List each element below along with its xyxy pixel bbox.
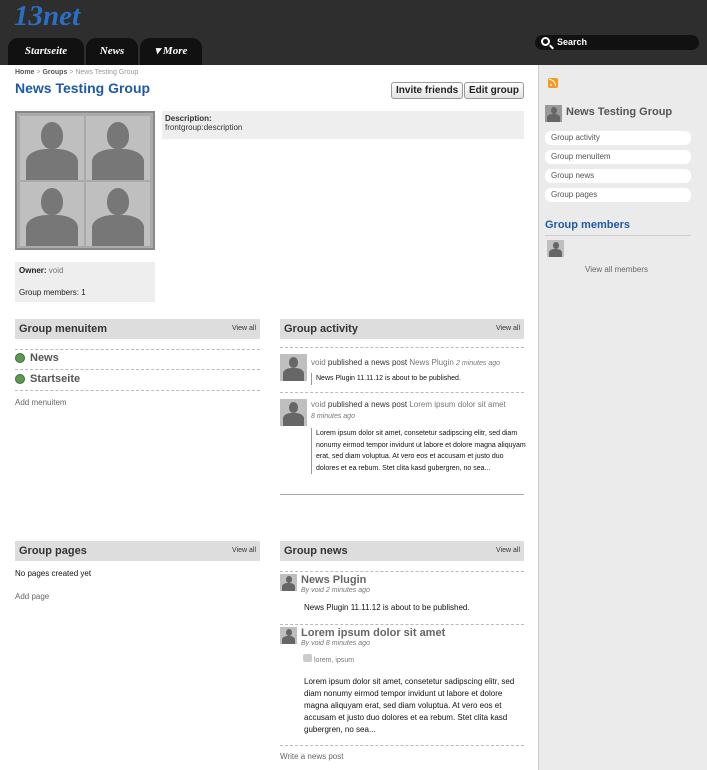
search-icon: [541, 37, 550, 46]
news-post-body: News Plugin 11.11.12 is about to be publ…: [304, 603, 470, 612]
globe-icon: [15, 374, 25, 384]
menuitem-widget-title: Group menuitem: [19, 323, 108, 335]
sidebar-group-name: News Testing Group: [566, 106, 673, 118]
divider: [280, 494, 524, 495]
tab-news[interactable]: News: [86, 38, 138, 65]
avatar[interactable]: [280, 354, 307, 381]
pages-widget-title: Group pages: [19, 545, 87, 557]
owner-link[interactable]: void: [49, 266, 64, 275]
activity-item: void published a news post Lorem ipsum d…: [311, 399, 524, 422]
add-page-link[interactable]: Add page: [15, 592, 49, 601]
description-box: Description: frontgroup:description: [162, 111, 524, 139]
globe-icon: [15, 353, 25, 363]
breadcrumb-separator: >: [69, 69, 74, 76]
tab-startseite[interactable]: Startseite: [8, 38, 84, 65]
pages-widget-header: Group pages View all: [15, 541, 260, 561]
write-news-post-link[interactable]: Write a news post: [280, 752, 343, 761]
avatar[interactable]: [280, 574, 297, 591]
activity-time: 2 minutes ago: [456, 360, 501, 367]
activity-excerpt: News Plugin 11.11.12 is about to be publ…: [311, 373, 524, 385]
pages-empty-message: No pages created yet: [15, 569, 92, 578]
page-title: News Testing Group: [15, 80, 151, 96]
breadcrumb-home[interactable]: Home: [15, 69, 34, 76]
sidebar-members-title: Group members: [545, 219, 630, 231]
owner-box: Owner: void Group members: 1: [15, 262, 155, 302]
sidebar-item-group-menuitem[interactable]: Group menuitem: [545, 150, 691, 164]
activity-target-link[interactable]: News Plugin: [409, 358, 453, 367]
menuitem-view-all-link[interactable]: View all: [232, 319, 256, 339]
news-widget-header: Group news View all: [280, 541, 524, 561]
description-value: frontgroup:description: [165, 123, 243, 132]
breadcrumb: Home > Groups > News Testing Group: [15, 69, 138, 76]
activity-target-link[interactable]: Lorem ipsum dolor sit amet: [409, 400, 505, 409]
sidebar-item-group-news[interactable]: Group news: [545, 169, 691, 183]
rss-icon[interactable]: [548, 78, 558, 88]
news-post-tags[interactable]: lorem, ipsum: [314, 657, 354, 664]
tab-more[interactable]: ▾ More: [140, 38, 202, 65]
owner-label: Owner:: [19, 266, 47, 275]
activity-action: published a news post: [327, 400, 408, 409]
activity-action: published a news post: [327, 358, 408, 367]
search-input[interactable]: Search: [535, 35, 699, 50]
menuitem-startseite[interactable]: Startseite: [30, 373, 80, 385]
news-view-all-link[interactable]: View all: [496, 541, 520, 561]
activity-widget-header: Group activity View all: [280, 319, 524, 339]
divider: [545, 235, 691, 236]
news-post-body: Lorem ipsum dolor sit amet, consetetur s…: [304, 677, 515, 734]
activity-time: 8 minutes ago: [311, 413, 355, 420]
breadcrumb-groups[interactable]: Groups: [42, 69, 67, 76]
activity-widget-title: Group activity: [284, 323, 358, 335]
activity-excerpt: Lorem ipsum dolor sit amet, consetetur s…: [311, 428, 526, 474]
menuitem-widget-header: Group menuitem View all: [15, 319, 260, 339]
search-label: Search: [557, 37, 588, 47]
news-post-title[interactable]: News Plugin: [301, 574, 366, 586]
activity-user-link[interactable]: void: [311, 400, 326, 409]
avatar[interactable]: [280, 399, 307, 426]
activity-item: void published a news post News Plugin 2…: [311, 357, 524, 369]
pages-view-all-link[interactable]: View all: [232, 541, 256, 561]
tag-icon: [303, 654, 312, 662]
menuitem-news[interactable]: News: [30, 352, 59, 364]
news-post-byline: By void 8 minutes ago: [301, 640, 370, 647]
sidebar-item-group-pages[interactable]: Group pages: [545, 188, 691, 202]
view-all-members-link[interactable]: View all members: [585, 265, 648, 274]
avatar[interactable]: [547, 240, 564, 257]
news-post-byline: By void 2 minutes ago: [301, 587, 370, 594]
top-bar: 13net Startseite News ▾ More Search: [0, 0, 707, 65]
invite-friends-button[interactable]: Invite friends: [391, 82, 464, 99]
edit-group-button[interactable]: Edit group: [464, 82, 524, 99]
group-avatar: [15, 111, 155, 250]
avatar[interactable]: [280, 627, 297, 644]
breadcrumb-separator: >: [36, 69, 41, 76]
site-logo[interactable]: 13net: [14, 0, 80, 33]
breadcrumb-current: News Testing Group: [75, 69, 139, 76]
description-label: Description:: [165, 114, 212, 123]
activity-view-all-link[interactable]: View all: [496, 319, 520, 339]
news-widget-title: Group news: [284, 545, 348, 557]
activity-user-link[interactable]: void: [311, 358, 326, 367]
member-count: Group members: 1: [19, 288, 86, 297]
sidebar-item-group-activity[interactable]: Group activity: [545, 131, 691, 145]
group-icon: [545, 105, 562, 122]
news-post-title[interactable]: Lorem ipsum dolor sit amet: [301, 627, 445, 639]
add-menuitem-link[interactable]: Add menuitem: [15, 398, 67, 407]
